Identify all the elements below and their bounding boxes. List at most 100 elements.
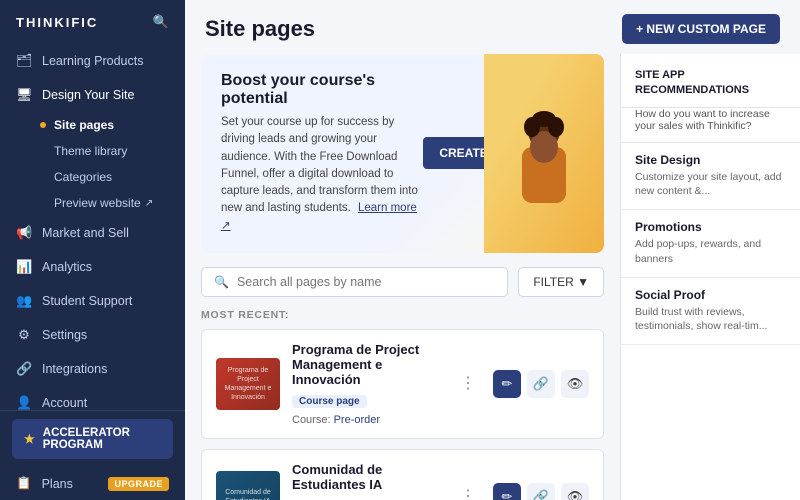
view-page-button[interactable]: 👁 bbox=[561, 483, 589, 500]
main-content: Boost your course's potential Set your c… bbox=[185, 54, 800, 500]
sidebar-item-market-and-sell[interactable]: 📢 Market and Sell bbox=[0, 216, 185, 250]
sidebar-item-student-support[interactable]: 👥 Student Support bbox=[0, 284, 185, 318]
settings-icon: ⚙ bbox=[16, 327, 32, 343]
page-meta-link[interactable]: Pre-order bbox=[334, 414, 380, 426]
sidebar-item-label: Student Support bbox=[42, 294, 132, 308]
design-site-icon: 🖥 bbox=[16, 87, 32, 103]
sidebar-item-plans[interactable]: 📋 Plans UPGRADE bbox=[0, 467, 185, 500]
sidebar-sub-item-theme-library[interactable]: Theme library bbox=[40, 138, 185, 164]
upgrade-badge: UPGRADE bbox=[108, 477, 169, 491]
student-support-icon: 👥 bbox=[16, 293, 32, 309]
active-dot bbox=[40, 122, 46, 128]
banner-text-area: Boost your course's potential Set your c… bbox=[221, 72, 423, 235]
analytics-icon: 📊 bbox=[16, 259, 32, 275]
page-card: Comunidad deEstudiantes IA Comunidad de … bbox=[201, 449, 604, 500]
page-title-text: Programa de Project Management e Innovac… bbox=[292, 342, 448, 387]
more-options-icon[interactable]: ⋮ bbox=[460, 376, 477, 392]
recommendation-item-social-proof[interactable]: Social Proof Build trust with reviews, t… bbox=[621, 278, 800, 345]
reco-description: Build trust with reviews, testimonials, … bbox=[635, 305, 786, 334]
thumb-text: Programa de ProjectManagement eInnovació… bbox=[216, 362, 280, 406]
reco-title: Social Proof bbox=[635, 288, 786, 302]
account-icon: 👤 bbox=[16, 395, 32, 410]
no-dot bbox=[40, 200, 46, 206]
sidebar-item-design-your-site[interactable]: 🖥 Design Your Site bbox=[0, 78, 185, 112]
sidebar-logo-area: THINKIFIC 🔍 bbox=[0, 0, 185, 44]
sidebar: THINKIFIC 🔍 🗂 Learning Products 🖥 Design… bbox=[0, 0, 185, 500]
sidebar-sub-item-site-pages[interactable]: Site pages bbox=[40, 112, 185, 138]
sidebar-item-label: Market and Sell bbox=[42, 226, 129, 240]
view-page-button[interactable]: 👁 bbox=[561, 370, 589, 398]
search-input[interactable] bbox=[237, 275, 495, 289]
banner-image bbox=[444, 54, 604, 253]
sidebar-item-account[interactable]: 👤 Account bbox=[0, 386, 185, 410]
page-thumbnail: Comunidad deEstudiantes IA bbox=[216, 471, 280, 500]
plans-icon: 📋 bbox=[16, 476, 32, 491]
logo-text: THINKIFIC bbox=[16, 15, 98, 30]
global-search-icon[interactable]: 🔍 bbox=[153, 14, 169, 30]
page-type-badge: Course page bbox=[292, 395, 367, 408]
new-custom-page-button[interactable]: + NEW CUSTOM PAGE bbox=[622, 14, 780, 44]
sub-item-label: Site pages bbox=[54, 118, 114, 132]
recommendation-item-promotions[interactable]: Promotions Add pop-ups, rewards, and ban… bbox=[621, 210, 800, 277]
page-card: Programa de ProjectManagement eInnovació… bbox=[201, 329, 604, 439]
plans-label: Plans bbox=[42, 477, 73, 491]
edit-page-button[interactable]: ✏ bbox=[493, 483, 521, 500]
search-row: 🔍 FILTER ▼ bbox=[201, 267, 604, 297]
sidebar-item-label: Design Your Site bbox=[42, 88, 134, 102]
sidebar-item-learning-products[interactable]: 🗂 Learning Products bbox=[0, 44, 185, 78]
page-action-buttons: ✏ 🔗 👁 bbox=[493, 483, 589, 500]
sidebar-item-label: Integrations bbox=[42, 362, 107, 376]
sidebar-item-settings[interactable]: ⚙ Settings bbox=[0, 318, 185, 352]
accelerator-program-button[interactable]: ★ ACCELERATOR PROGRAM bbox=[12, 419, 173, 459]
sidebar-bottom: ★ ACCELERATOR PROGRAM 📋 Plans UPGRADE bbox=[0, 410, 185, 500]
main-header: Site pages + NEW CUSTOM PAGE bbox=[185, 0, 800, 54]
market-sell-icon: 📢 bbox=[16, 225, 32, 241]
more-options-icon[interactable]: ⋮ bbox=[460, 489, 477, 500]
right-sidebar-title: SITE APP RECOMMENDATIONS bbox=[621, 54, 800, 108]
page-meta: Course: Pre-order bbox=[292, 414, 448, 426]
reco-title: Promotions bbox=[635, 220, 786, 234]
page-thumbnail: Programa de ProjectManagement eInnovació… bbox=[216, 358, 280, 410]
banner-person-image bbox=[484, 54, 604, 253]
page-info: Comunidad de Estudiantes IA Community pa… bbox=[292, 462, 448, 500]
no-dot bbox=[40, 174, 46, 180]
page-action-buttons: ✏ 🔗 👁 bbox=[493, 370, 589, 398]
sidebar-nav: 🗂 Learning Products 🖥 Design Your Site S… bbox=[0, 44, 185, 410]
reco-description: Customize your site layout, add new cont… bbox=[635, 170, 786, 199]
promo-banner: Boost your course's potential Set your c… bbox=[201, 54, 604, 253]
sub-item-label: Preview website bbox=[54, 196, 141, 210]
right-sidebar: SITE APP RECOMMENDATIONS How do you want… bbox=[620, 54, 800, 500]
thumb-text: Comunidad deEstudiantes IA bbox=[221, 484, 275, 500]
copy-link-button[interactable]: 🔗 bbox=[527, 370, 555, 398]
sidebar-item-label: Learning Products bbox=[42, 54, 143, 68]
content-area: Boost your course's potential Set your c… bbox=[185, 54, 620, 500]
reco-title: Site Design bbox=[635, 153, 786, 167]
recommendation-item-site-design[interactable]: Site Design Customize your site layout, … bbox=[621, 143, 800, 210]
search-icon: 🔍 bbox=[214, 275, 229, 289]
banner-description: Set your course up for success by drivin… bbox=[221, 114, 423, 235]
banner-title: Boost your course's potential bbox=[221, 72, 423, 108]
integrations-icon: 🔗 bbox=[16, 361, 32, 377]
edit-page-button[interactable]: ✏ bbox=[493, 370, 521, 398]
sub-item-label: Categories bbox=[54, 170, 112, 184]
page-info: Programa de Project Management e Innovac… bbox=[292, 342, 448, 426]
filter-button[interactable]: FILTER ▼ bbox=[518, 267, 604, 297]
search-box[interactable]: 🔍 bbox=[201, 267, 508, 297]
no-dot bbox=[40, 148, 46, 154]
reco-description: Add pop-ups, rewards, and banners bbox=[635, 237, 786, 266]
main-area: Site pages + NEW CUSTOM PAGE Boost your … bbox=[185, 0, 800, 500]
learning-products-icon: 🗂 bbox=[16, 53, 32, 69]
sidebar-item-analytics[interactable]: 📊 Analytics bbox=[0, 250, 185, 284]
sidebar-sub-item-preview-website[interactable]: Preview website ↗ bbox=[40, 190, 185, 216]
sidebar-item-label: Analytics bbox=[42, 260, 92, 274]
right-sidebar-description: How do you want to increase your sales w… bbox=[621, 108, 800, 143]
page-title: Site pages bbox=[205, 16, 315, 42]
sidebar-item-label: Account bbox=[42, 396, 87, 410]
sub-item-label: Theme library bbox=[54, 144, 127, 158]
accelerator-label: ACCELERATOR PROGRAM bbox=[43, 427, 161, 451]
sidebar-item-integrations[interactable]: 🔗 Integrations bbox=[0, 352, 185, 386]
star-icon: ★ bbox=[24, 432, 35, 446]
sidebar-sub-item-categories[interactable]: Categories bbox=[40, 164, 185, 190]
copy-link-button[interactable]: 🔗 bbox=[527, 483, 555, 500]
sidebar-item-label: Settings bbox=[42, 328, 87, 342]
